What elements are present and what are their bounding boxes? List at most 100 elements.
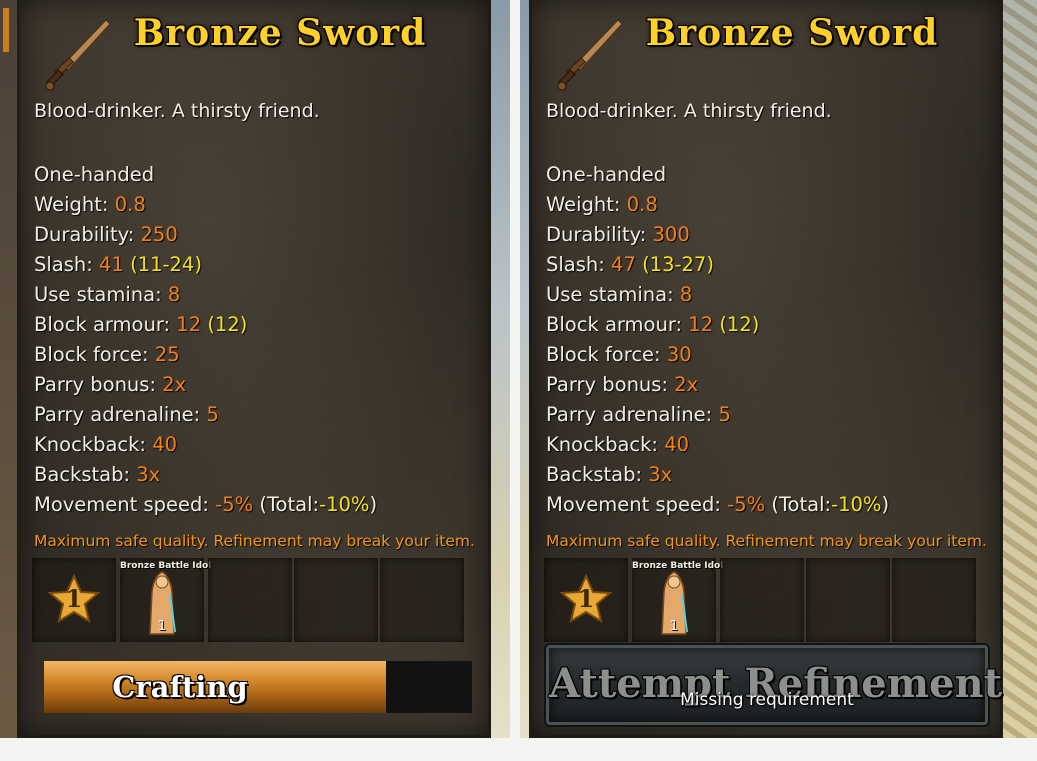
stat-block-force: Block force: 25 <box>34 340 377 370</box>
stat-label: Block armour: <box>546 313 689 336</box>
quality-level: 1 <box>577 584 595 613</box>
stat-use-stamina: Use stamina: 8 <box>34 280 377 310</box>
stat-parry-bonus: Parry bonus: 2x <box>34 370 377 400</box>
empty-slot <box>380 558 464 642</box>
stat-value: 8 <box>167 283 181 306</box>
stat-value: 0.8 <box>114 193 146 216</box>
stat-parry-adrenaline: Parry adrenaline: 5 <box>546 400 889 430</box>
stat-total-prefix: (Total: <box>253 493 320 516</box>
stat-weight: Weight: 0.8 <box>546 190 889 220</box>
stat-movement-speed: Movement speed: -5% (Total:-10%) <box>34 490 377 520</box>
requirement-name: Bronze Battle Idol <box>632 561 724 571</box>
stat-label: Use stamina: <box>546 283 680 306</box>
stat-value: 2x <box>162 373 187 396</box>
stat-value: 0.8 <box>626 193 658 216</box>
stat-value: 3x <box>136 463 161 486</box>
stat-total-value: -10% <box>319 493 370 516</box>
stat-weight: Weight: 0.8 <box>34 190 377 220</box>
quality-slot: 1 <box>32 558 116 642</box>
stat-value: -5% <box>215 493 254 516</box>
item-title: Bronze Sword <box>645 12 939 54</box>
stat-label: Parry bonus: <box>34 373 163 396</box>
empty-slot <box>806 558 890 642</box>
stat-label: Block force: <box>34 343 155 366</box>
stat-block-force: Block force: 30 <box>546 340 889 370</box>
stat-parry-adrenaline: Parry adrenaline: 5 <box>34 400 377 430</box>
item-description: Blood-drinker. A thirsty friend. <box>34 100 320 122</box>
stat-label: Durability: <box>546 223 653 246</box>
item-tooltip-panel-refinement: Bronze Sword Blood-drinker. A thirsty fr… <box>529 0 1003 738</box>
stat-value: -5% <box>727 493 766 516</box>
stat-value: 5 <box>718 403 731 426</box>
stat-knockback: Knockback: 40 <box>546 430 889 460</box>
stat-slash: Slash: 47 (13-27) <box>546 250 889 280</box>
item-title: Bronze Sword <box>133 12 427 54</box>
screenshot-bottom-edge <box>0 738 1037 761</box>
stat-value: 40 <box>152 433 178 456</box>
requirement-count: 1 <box>669 619 679 634</box>
stat-label: Movement speed: <box>546 493 728 516</box>
requirement-slots: 1 Bronze Battle Idol 1 <box>544 558 990 644</box>
bronze-sword-icon <box>45 19 111 91</box>
stat-movement-speed: Movement speed: -5% (Total:-10%) <box>546 490 889 520</box>
stat-value: 47 <box>611 253 636 276</box>
stat-label: Weight: <box>546 193 627 216</box>
stat-value: 12 <box>688 313 714 336</box>
stat-backstab: Backstab: 3x <box>546 460 889 490</box>
stat-label: Block armour: <box>34 313 177 336</box>
item-description: Blood-drinker. A thirsty friend. <box>546 100 832 122</box>
stat-value: 30 <box>666 343 692 366</box>
stat-label: Backstab: <box>546 463 649 486</box>
stat-durability: Durability: 300 <box>546 220 889 250</box>
bronze-sword-icon <box>557 19 623 91</box>
stat-label: Knockback: <box>546 433 665 456</box>
requirement-slot-idol[interactable]: Bronze Battle Idol 1 <box>120 558 212 642</box>
quality-level: 1 <box>65 584 83 613</box>
stat-label: Backstab: <box>34 463 137 486</box>
stat-value: 40 <box>664 433 690 456</box>
stat-value: 2x <box>674 373 699 396</box>
attempt-refinement-button[interactable]: Attempt Refinement Missing requirement <box>546 645 1002 725</box>
stat-label: Parry adrenaline: <box>34 403 207 426</box>
stat-extra: (12) <box>201 313 248 336</box>
stat-slash: Slash: 41 (11-24) <box>34 250 377 280</box>
stat-value: 12 <box>176 313 202 336</box>
stat-label: Slash: <box>34 253 100 276</box>
stat-total-suffix: ) <box>369 493 378 516</box>
item-stats: One-handed Weight: 0.8 Durability: 300 S… <box>546 160 889 520</box>
stat-total-suffix: ) <box>881 493 890 516</box>
stat-backstab: Backstab: 3x <box>34 460 377 490</box>
stat-handedness: One-handed <box>546 163 667 186</box>
stat-value: 8 <box>679 283 693 306</box>
stat-total-value: -10% <box>831 493 882 516</box>
stat-use-stamina: Use stamina: 8 <box>546 280 889 310</box>
empty-slot <box>720 558 804 642</box>
stat-handedness: One-handed <box>34 163 155 186</box>
item-tooltip-panel-crafting: Bronze Sword Blood-drinker. A thirsty fr… <box>3 0 491 738</box>
stat-extra: (12) <box>713 313 760 336</box>
stat-label: Parry bonus: <box>546 373 675 396</box>
stat-block-armour: Block armour: 12 (12) <box>34 310 377 340</box>
crafting-progress-bar: Crafting <box>44 661 472 713</box>
stat-label: Parry adrenaline: <box>546 403 719 426</box>
refinement-warning: Maximum safe quality. Refinement may bre… <box>546 532 987 550</box>
stat-value: 250 <box>140 223 178 246</box>
stat-parry-bonus: Parry bonus: 2x <box>546 370 889 400</box>
crafting-label: Crafting <box>112 670 248 704</box>
stat-extra: (11-24) <box>123 253 202 276</box>
stat-label: Knockback: <box>34 433 153 456</box>
requirement-slots: 1 Bronze Battle Idol 1 <box>32 558 478 644</box>
item-stats: One-handed Weight: 0.8 Durability: 250 S… <box>34 160 377 520</box>
stat-label: Weight: <box>34 193 115 216</box>
stat-durability: Durability: 250 <box>34 220 377 250</box>
stat-value: 5 <box>206 403 219 426</box>
stat-label: Slash: <box>546 253 612 276</box>
refinement-warning: Maximum safe quality. Refinement may bre… <box>34 532 475 550</box>
empty-slot <box>294 558 378 642</box>
requirement-slot-idol[interactable]: Bronze Battle Idol 1 <box>632 558 724 642</box>
stat-extra: (13-27) <box>635 253 714 276</box>
stat-label: Block force: <box>546 343 667 366</box>
requirement-name: Bronze Battle Idol <box>120 561 212 571</box>
stat-label: Use stamina: <box>34 283 168 306</box>
stat-value: 300 <box>652 223 690 246</box>
